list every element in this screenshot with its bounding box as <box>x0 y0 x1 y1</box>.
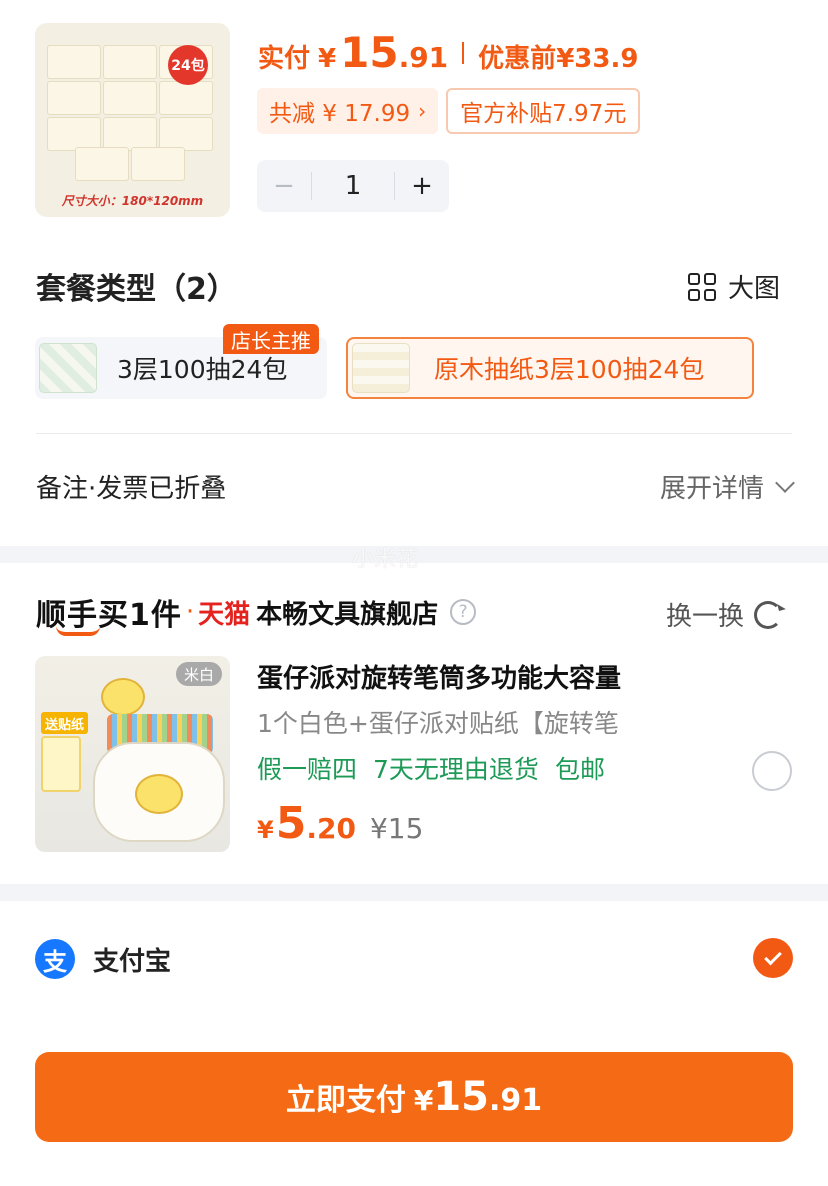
watermark: 小米花 <box>352 547 419 572</box>
mascot-face-illustration <box>135 774 183 814</box>
addon-product-title[interactable]: 蛋仔派对旋转笔筒多功能大容量 <box>257 658 621 695</box>
size-caption: 尺寸大小：180*120mm <box>61 194 204 208</box>
currency-symbol: ¥ <box>318 44 337 74</box>
before-discount-price: ¥33.9 <box>556 44 639 74</box>
total-discount-text: 共减 ¥ 17.99 <box>269 101 411 127</box>
official-subsidy-chip: 官方补贴7.97元 <box>446 88 641 134</box>
product-thumbnail[interactable]: 24包 尺寸大小：180*120mm <box>35 23 230 217</box>
big-view-label: 大图 <box>728 274 781 304</box>
addon-price: ¥ 5 .20 ¥15 <box>257 798 423 849</box>
price-separator <box>462 42 465 64</box>
option-label: 原木抽纸3层100抽24包 <box>434 355 705 384</box>
payment-method-alipay[interactable]: 支 支付宝 <box>35 938 793 980</box>
package-type-title: 套餐类型（2） <box>36 272 237 307</box>
price-decimal: .91 <box>398 41 449 74</box>
original-price: ¥15 <box>369 812 424 845</box>
quantity-stepper: − 1 + <box>257 160 449 212</box>
price-integer: 15 <box>433 1074 489 1120</box>
addon-dot: · <box>185 597 195 627</box>
service-tag: 包邮 <box>554 755 605 784</box>
addon-select-radio[interactable] <box>752 751 792 791</box>
payment-method-name: 支付宝 <box>93 946 172 977</box>
option-thumbnail <box>352 343 410 393</box>
tmall-logo: 天猫 <box>198 599 251 630</box>
sticker-tag: 送贴纸 <box>41 712 89 734</box>
before-discount-label: 优惠前 <box>478 44 557 74</box>
addon-header: 顺手买1件 · 天猫 本畅文具旗舰店 ? <box>36 590 477 636</box>
decrement-button[interactable]: − <box>257 171 311 201</box>
currency-symbol: ¥ <box>257 816 274 844</box>
subsidy-text: 官方补贴7.97元 <box>460 101 627 127</box>
chevron-right-icon: › <box>418 99 427 123</box>
chevron-down-icon <box>775 473 795 493</box>
color-tag: 米白 <box>175 662 222 686</box>
remark-label: 备注·发票已折叠 <box>36 473 227 504</box>
checkmark-icon[interactable] <box>753 938 793 978</box>
expand-details-label: 展开详情 <box>659 473 764 504</box>
recommend-badge: 店长主推 <box>223 324 319 354</box>
help-icon[interactable]: ? <box>450 599 477 625</box>
refresh-icon <box>754 600 783 629</box>
service-tag: 7天无理由退货 <box>373 755 539 784</box>
addon-product-spec[interactable]: 1个白色+蛋仔派对贴纸【旋转笔 <box>257 704 662 740</box>
swap-label: 换一换 <box>666 602 745 632</box>
grid-view-icon <box>688 272 716 301</box>
total-discount-chip[interactable]: 共减 ¥ 17.99 › <box>257 88 439 134</box>
paid-label: 实付 <box>258 44 311 74</box>
increment-button[interactable]: + <box>395 171 449 201</box>
price-integer: 15 <box>340 28 399 77</box>
package-option-2[interactable]: 原木抽纸3层100抽24包 <box>346 337 754 399</box>
swap-button[interactable]: 换一换 <box>666 596 783 633</box>
expand-details[interactable]: 展开详情 <box>659 468 795 505</box>
addon-product-thumbnail[interactable]: 米白 送贴纸 <box>35 656 230 852</box>
section-gap <box>0 884 828 901</box>
addon-service-tags: 假一赔四 7天无理由退货 包邮 <box>257 750 605 786</box>
section-divider <box>36 433 792 434</box>
mascot-illustration <box>101 678 145 716</box>
option-thumbnail <box>39 343 97 393</box>
store-name[interactable]: 本畅文具旗舰店 <box>256 594 438 631</box>
price-decimal: .20 <box>306 812 356 845</box>
sticker-card-illustration <box>41 736 81 792</box>
currency-symbol: ¥ <box>413 1084 434 1117</box>
quantity-value[interactable]: 1 <box>312 171 394 201</box>
option-label: 3层100抽24包 <box>117 355 288 384</box>
paid-price: 实付 ¥ 15 .91 优惠前 ¥33.9 <box>258 28 638 78</box>
pay-now-button[interactable]: 立即支付 ¥ 15 .91 <box>35 1052 793 1142</box>
service-tag: 假一赔四 <box>257 755 358 784</box>
price-decimal: .91 <box>489 1083 543 1118</box>
big-view-toggle[interactable]: 大图 <box>688 268 780 305</box>
alipay-icon: 支 <box>35 939 75 979</box>
pay-now-label: 立即支付 <box>285 1083 406 1118</box>
pack-count-badge: 24包 <box>168 45 208 85</box>
addon-brand-logo: 顺手买1件 <box>36 590 182 636</box>
discount-chips: 共减 ¥ 17.99 › 官方补贴7.97元 <box>257 88 641 134</box>
remark-invoice-row[interactable]: 备注·发票已折叠 展开详情 <box>36 466 795 506</box>
price-integer: 5 <box>275 798 307 849</box>
